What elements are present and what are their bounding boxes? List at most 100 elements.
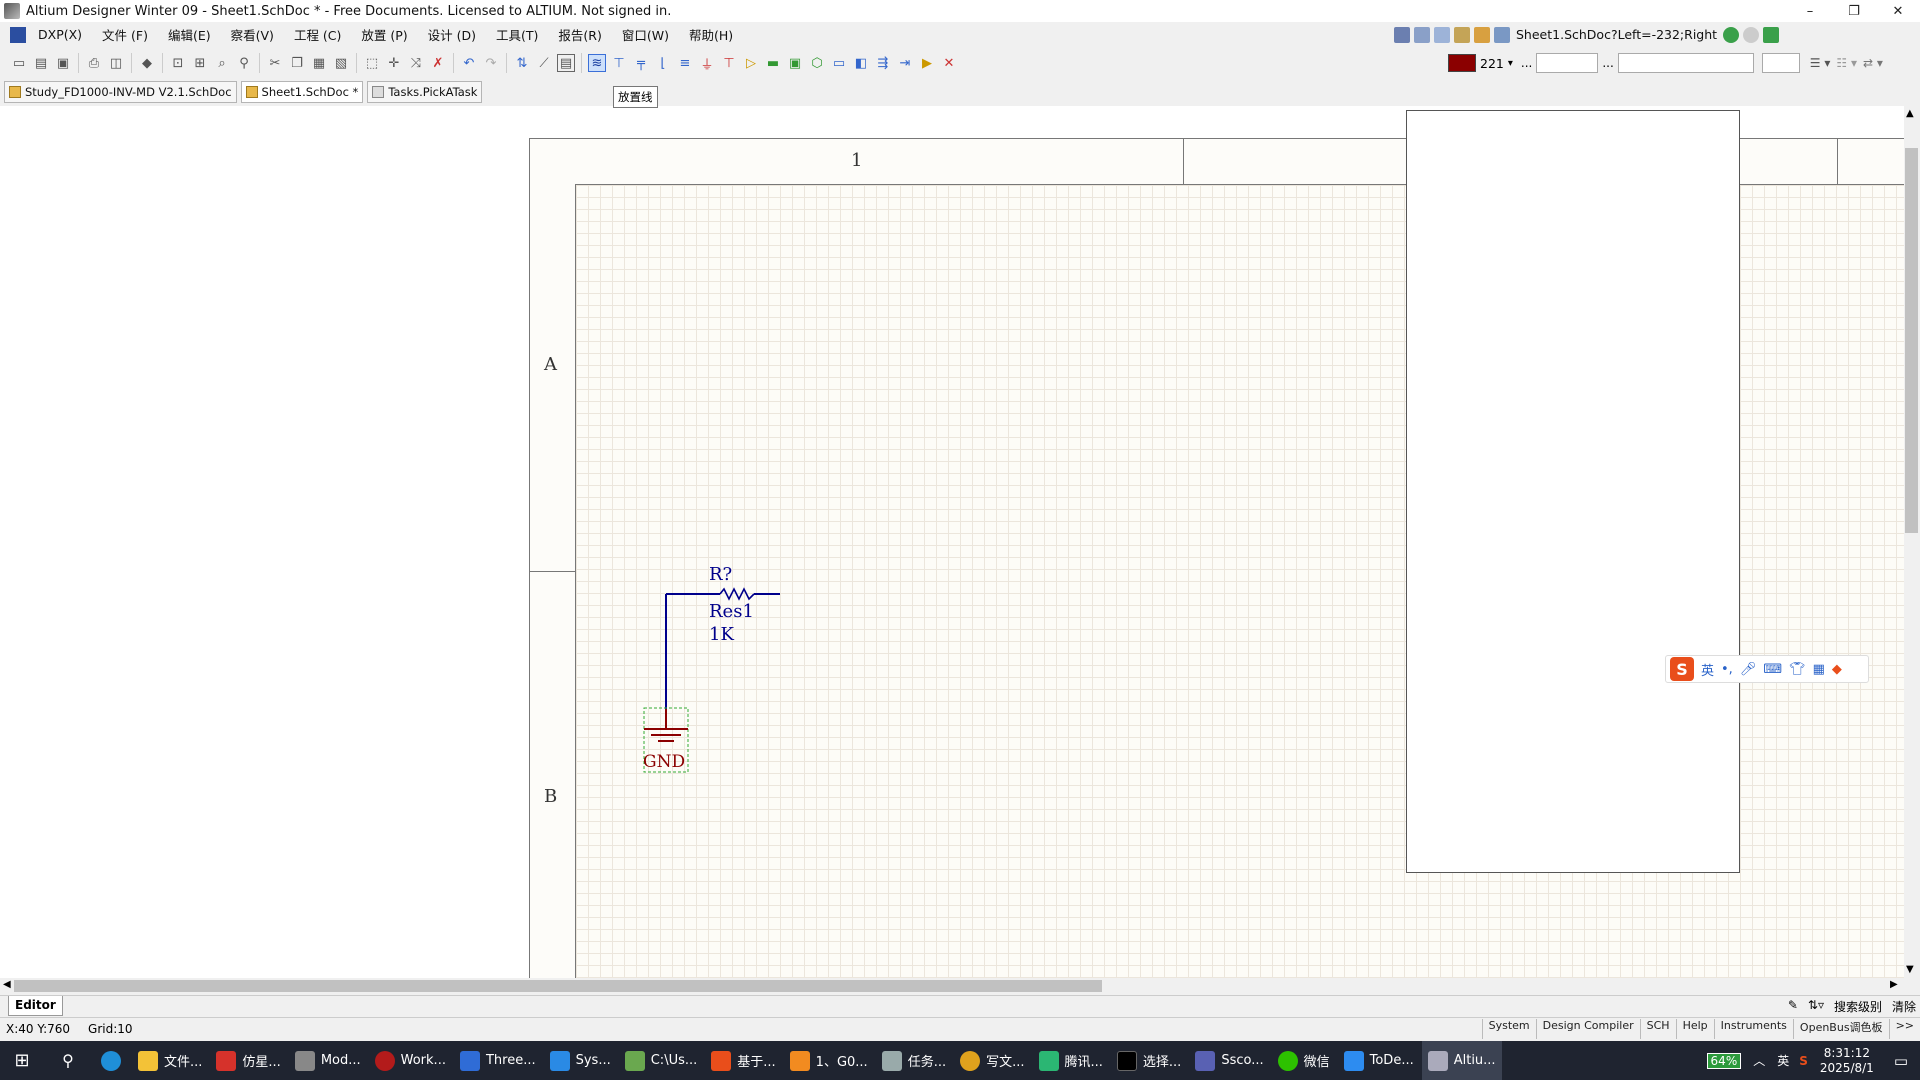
- vertical-scroll-thumb[interactable]: [1905, 148, 1918, 533]
- panel-sch[interactable]: SCH: [1639, 1019, 1676, 1039]
- taskbar-item[interactable]: Ssco...: [1189, 1041, 1269, 1080]
- tab-sheet1[interactable]: Sheet1.SchDoc *: [240, 81, 364, 103]
- designator-label[interactable]: R?: [709, 564, 732, 585]
- gnd-port-icon[interactable]: ⏚: [698, 54, 716, 73]
- parts-dropdown-icon[interactable]: [1454, 26, 1470, 43]
- skin-icon[interactable]: 👕︎: [1789, 662, 1806, 677]
- taskbar-item[interactable]: C:\Us...: [619, 1041, 704, 1080]
- place-port-icon[interactable]: ▭: [830, 54, 848, 72]
- mic-icon[interactable]: 🎤︎: [1740, 662, 1757, 677]
- taskbar-item[interactable]: 仿星...: [210, 1041, 286, 1080]
- panel-instruments[interactable]: Instruments: [1713, 1019, 1793, 1039]
- taskbar-item[interactable]: ToDe...: [1338, 1041, 1420, 1080]
- menu-window[interactable]: 窗口(W): [612, 25, 679, 44]
- taskbar-item[interactable]: Sys...: [544, 1041, 617, 1080]
- menu-file[interactable]: 文件 (F): [92, 25, 158, 44]
- taskbar-item[interactable]: 选择...: [1111, 1041, 1187, 1080]
- close-button[interactable]: ✕: [1876, 0, 1920, 22]
- chevron-down-icon[interactable]: ▾: [1508, 58, 1513, 69]
- place-bus-icon[interactable]: ⊤: [610, 54, 628, 72]
- menu-place[interactable]: 放置 (P): [351, 25, 417, 44]
- line-style-icon[interactable]: ☰ ▾: [1810, 56, 1831, 70]
- taskbar-item[interactable]: 微信: [1272, 1041, 1336, 1080]
- place-device-sheet-icon[interactable]: ⬡: [808, 54, 826, 72]
- menu-dxp[interactable]: DXP(X): [28, 27, 92, 42]
- place-harness-icon[interactable]: ◧: [852, 54, 870, 72]
- panel-more[interactable]: >>: [1888, 1019, 1920, 1039]
- keyboard-icon[interactable]: ⌨: [1763, 662, 1782, 677]
- taskbar-item[interactable]: Mod...: [289, 1041, 367, 1080]
- place-part-icon[interactable]: ▷: [742, 54, 760, 72]
- arrow-style-icon[interactable]: ⇄ ▾: [1863, 56, 1883, 70]
- ime-lang[interactable]: 英: [1701, 660, 1714, 679]
- new-icon[interactable]: ▭: [10, 54, 28, 72]
- menu-reports[interactable]: 报告(R): [548, 25, 611, 44]
- font-name-combo[interactable]: [1617, 53, 1754, 73]
- scroll-left-icon[interactable]: ◀: [3, 979, 11, 990]
- floating-panel[interactable]: [1406, 110, 1740, 873]
- edge-button[interactable]: [92, 1041, 130, 1080]
- vcc-port-icon[interactable]: ⊤: [720, 54, 738, 72]
- clear-filter-icon[interactable]: ✗: [429, 54, 447, 72]
- panel-help[interactable]: Help: [1675, 1019, 1714, 1039]
- zoom-selected-icon[interactable]: ⌕: [213, 54, 231, 72]
- color-swatch[interactable]: [1448, 54, 1476, 72]
- place-net-label-icon[interactable]: ⌊: [654, 54, 672, 72]
- preview-icon[interactable]: ◫: [107, 54, 125, 72]
- apps-icon[interactable]: ▦: [1813, 662, 1825, 677]
- mask-level-button[interactable]: 搜索级别: [1834, 998, 1882, 1015]
- ime-toolbar[interactable]: S 英 •, 🎤︎ ⌨ 👕︎ ▦ ◆: [1665, 655, 1869, 683]
- taskbar-item[interactable]: 基于...: [705, 1041, 781, 1080]
- battery-indicator[interactable]: 64%: [1706, 1052, 1742, 1069]
- taskbar-item[interactable]: 文件...: [132, 1041, 208, 1080]
- menu-view[interactable]: 察看(V): [221, 25, 284, 44]
- ime-indicator[interactable]: 英: [1777, 1052, 1789, 1069]
- scroll-down-icon[interactable]: ▼: [1906, 964, 1914, 975]
- select-area-icon[interactable]: ⬚: [363, 54, 381, 72]
- filter-toggle-icon[interactable]: ⇅▿: [1808, 998, 1824, 1015]
- place-sheet-icon[interactable]: ▬: [764, 54, 782, 72]
- shapes-dropdown-icon[interactable]: [1474, 26, 1490, 43]
- align-dropdown-icon[interactable]: [1414, 26, 1430, 43]
- taskbar-item[interactable]: Work...: [369, 1041, 452, 1080]
- ellipsis-2[interactable]: ...: [1602, 56, 1613, 70]
- taskbar-item[interactable]: 1、G0...: [784, 1041, 874, 1080]
- zoom-area-icon[interactable]: ⊞: [191, 54, 209, 72]
- comment-label[interactable]: Res1: [709, 601, 754, 622]
- place-netlabel-icon[interactable]: ≡: [676, 54, 694, 72]
- back-icon[interactable]: [1723, 26, 1740, 43]
- gnd-label[interactable]: GND: [643, 752, 685, 772]
- font-size-combo[interactable]: [1536, 53, 1599, 73]
- panel-system[interactable]: System: [1481, 1019, 1536, 1039]
- deselect-icon[interactable]: ⤨: [407, 54, 425, 72]
- paste-icon[interactable]: ▦: [310, 54, 328, 72]
- move-icon[interactable]: ✛: [385, 54, 403, 72]
- tab-study-schdoc[interactable]: Study_FD1000-INV-MD V2.1.SchDoc: [4, 81, 237, 103]
- hierarchy-icon[interactable]: ⇅: [513, 54, 531, 72]
- place-sheet-entry-icon[interactable]: ▣: [786, 54, 804, 72]
- notification-icon[interactable]: ▭: [1894, 1052, 1908, 1070]
- rubber-stamp-icon[interactable]: ▧: [332, 54, 350, 72]
- place-connector-icon[interactable]: ⇥: [896, 54, 914, 72]
- place-harness-entry-icon[interactable]: ⇶: [874, 54, 892, 72]
- cross-probe-icon[interactable]: ⟋: [535, 54, 553, 72]
- clock[interactable]: 8:31:12 2025/8/1: [1820, 1046, 1874, 1076]
- horizontal-scroll-thumb[interactable]: [14, 980, 1102, 992]
- zoom-fit-icon[interactable]: ⊡: [169, 54, 187, 72]
- editor-tab[interactable]: Editor: [8, 996, 63, 1016]
- redo-icon[interactable]: ↷: [482, 54, 500, 72]
- place-bus-entry-icon[interactable]: ╤: [632, 54, 650, 72]
- save-icon[interactable]: ▣: [54, 54, 72, 72]
- search-button[interactable]: ⚲: [46, 1041, 90, 1080]
- tray-expand-icon[interactable]: ︿: [1753, 1052, 1765, 1069]
- scroll-up-icon[interactable]: ▲: [1906, 108, 1914, 119]
- sogou-tray-icon[interactable]: S: [1799, 1054, 1808, 1068]
- taskbar-item[interactable]: 写文...: [954, 1041, 1030, 1080]
- copy-icon[interactable]: ❐: [288, 54, 306, 72]
- grid-dropdown-icon[interactable]: [1494, 26, 1510, 43]
- sogou-logo-icon[interactable]: S: [1670, 657, 1694, 681]
- place-directive-icon[interactable]: ▶: [918, 54, 936, 72]
- value-label[interactable]: 1K: [709, 624, 734, 645]
- filter-icon[interactable]: ⚲: [235, 54, 253, 72]
- panel-openbus[interactable]: OpenBus调色板: [1792, 1019, 1889, 1039]
